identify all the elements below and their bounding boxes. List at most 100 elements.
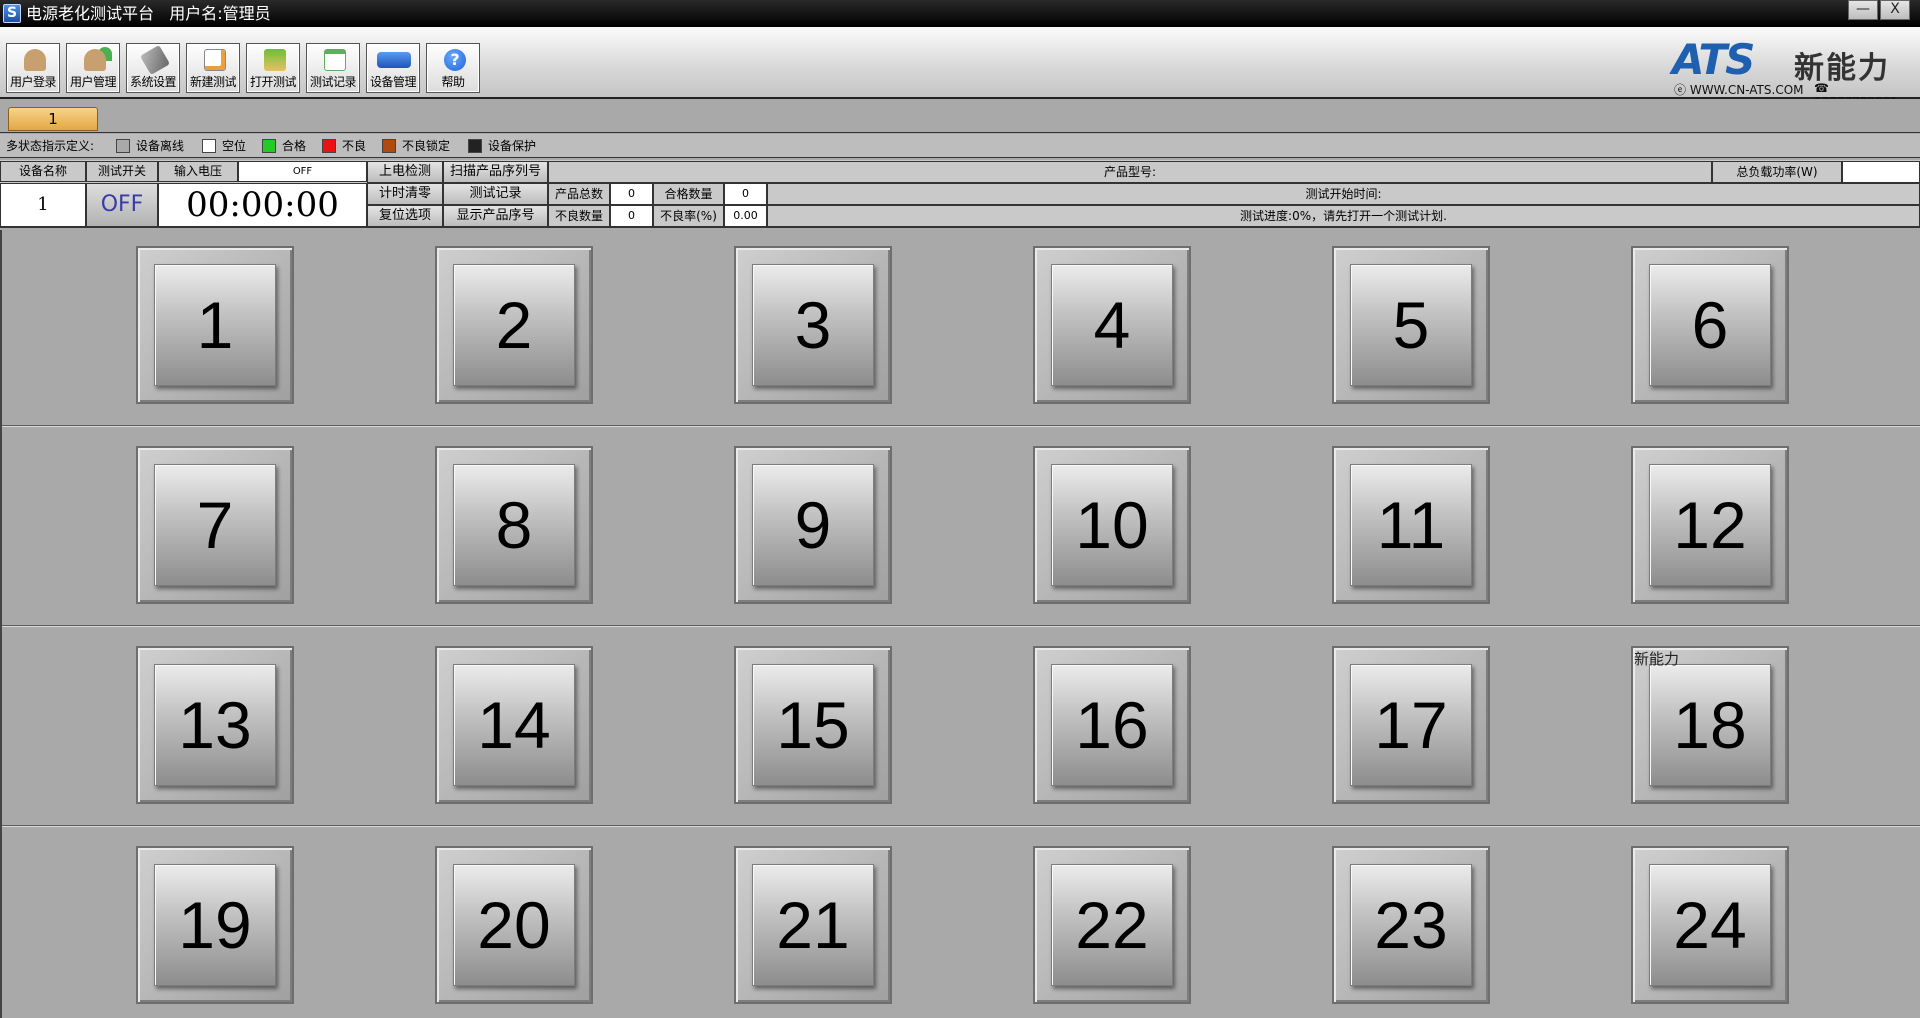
legend-title: 多状态指示定义: (6, 139, 95, 153)
slot-number: 15 (776, 688, 850, 762)
slot-face: 16 (1051, 664, 1173, 786)
minimize-button[interactable]: — (1848, 0, 1878, 20)
slot-number: 16 (1075, 688, 1149, 762)
user-manage-button[interactable]: 用户管理 (66, 43, 120, 93)
device-manage-label: 设备管理 (369, 75, 417, 89)
row-divider (2, 625, 1920, 627)
slot-number: 8 (495, 488, 533, 562)
user-login-button[interactable]: 用户登录 (6, 43, 60, 93)
power-on-check-button[interactable]: 上电检测 (367, 161, 443, 183)
row-divider (2, 825, 1920, 827)
new-test-button[interactable]: 新建测试 (186, 43, 240, 93)
input-voltage-header: 输入电压 (158, 161, 238, 182)
input-voltage-value: OFF (238, 161, 367, 182)
legend-label: 不良锁定 (402, 139, 451, 153)
open-test-label: 打开测试 (249, 75, 297, 89)
device-slot-13[interactable]: 13 (136, 646, 294, 804)
legend-swatch (262, 139, 276, 153)
legend-swatch (322, 139, 336, 153)
device-slot-14[interactable]: 14 (435, 646, 593, 804)
device-slot-12[interactable]: 12 (1631, 446, 1789, 604)
device-manage-button[interactable]: 设备管理 (366, 43, 420, 93)
app-logo-icon: S (3, 4, 21, 23)
slot-number: 11 (1376, 488, 1446, 562)
device-slot-17[interactable]: 17 (1332, 646, 1490, 804)
status-legend: 多状态指示定义: 设备离线 空位 合格 不良 不良锁定 设备保护 (0, 134, 1920, 158)
slot-number: 12 (1673, 488, 1747, 562)
device-slot-2[interactable]: 2 (435, 246, 593, 404)
legend-swatch (202, 139, 216, 153)
tab-1[interactable]: 1 (8, 107, 98, 131)
device-slot-1[interactable]: 1 (136, 246, 294, 404)
device-slot-10[interactable]: 10 (1033, 446, 1191, 604)
test-switch-button[interactable]: OFF (86, 183, 158, 227)
slot-face: 15 (752, 664, 874, 786)
device-slot-19[interactable]: 19 (136, 846, 294, 1004)
fail-count-value: 0 (610, 205, 653, 227)
close-button[interactable]: X (1880, 0, 1910, 20)
device-slot-7[interactable]: 7 (136, 446, 294, 604)
tab-strip: 1 (0, 99, 1920, 133)
help-button[interactable]: ? 帮助 (426, 43, 480, 93)
device-slot-16[interactable]: 16 (1033, 646, 1191, 804)
device-slot-8[interactable]: 8 (435, 446, 593, 604)
device-name-header: 设备名称 (0, 161, 86, 182)
open-test-button[interactable]: 打开测试 (246, 43, 300, 93)
fail-count-label: 不良数量 (548, 205, 610, 227)
device-slot-6[interactable]: 6 (1631, 246, 1789, 404)
slot-face: 7 (154, 464, 276, 586)
device-number: 1 (0, 183, 86, 227)
fail-rate-value: 0.00 (724, 205, 767, 227)
timer-clear-button[interactable]: 计时清零 (367, 183, 443, 205)
product-total-value: 0 (610, 183, 653, 205)
window-title: 电源老化测试平台 用户名:管理员 (26, 4, 271, 23)
user-login-label: 用户登录 (9, 75, 57, 89)
test-timer: 00:00:00 (158, 183, 367, 227)
legend-item-protect: 设备保护 (468, 134, 536, 158)
slot-face: 23 (1350, 864, 1472, 986)
test-record-label: 测试记录 (309, 75, 357, 89)
company-logo: ATS 新能力 ⓔ WWW.CN-ATS.COM ☎ 13377782881 (1672, 39, 1912, 110)
device-slot-24[interactable]: 24 (1631, 846, 1789, 1004)
user-manage-icon (84, 49, 106, 71)
device-slot-3[interactable]: 3 (734, 246, 892, 404)
device-slot-20[interactable]: 20 (435, 846, 593, 1004)
product-total-label: 产品总数 (548, 183, 610, 205)
system-settings-button[interactable]: 系统设置 (126, 43, 180, 93)
device-slot-15[interactable]: 15 (734, 646, 892, 804)
slot-number: 1 (196, 288, 234, 362)
toolbar: 用户登录 用户管理 系统设置 新建测试 打开测试 测试记录 设备管理 ? 帮助 … (0, 27, 1920, 110)
device-slot-23[interactable]: 23 (1332, 846, 1490, 1004)
slot-number: 17 (1374, 688, 1448, 762)
device-slot-9[interactable]: 9 (734, 446, 892, 604)
device-slot-4[interactable]: 4 (1033, 246, 1191, 404)
test-record-button[interactable]: 测试记录 (306, 43, 360, 93)
legend-label: 空位 (222, 139, 247, 153)
legend-item-empty: 空位 (202, 134, 246, 158)
device-slot-21[interactable]: 21 (734, 846, 892, 1004)
slot-number: 5 (1392, 288, 1430, 362)
total-load-label: 总负载功率(W) (1712, 161, 1842, 183)
slot-face: 9 (752, 464, 874, 586)
scan-serial-button[interactable]: 扫描产品序列号 (443, 161, 548, 183)
slot-face: 19 (154, 864, 276, 986)
test-record-icon (324, 49, 346, 71)
reset-option-button[interactable]: 复位选项 (367, 205, 443, 227)
product-model-label: 产品型号: (548, 161, 1712, 183)
legend-swatch (468, 139, 482, 153)
device-slot-18[interactable]: 18 (1631, 646, 1789, 804)
title-bar: S 电源老化测试平台 用户名:管理员 — X (0, 0, 1920, 27)
slot-number: 14 (477, 688, 551, 762)
device-slot-22[interactable]: 22 (1033, 846, 1191, 1004)
slot-face: 11 (1350, 464, 1472, 586)
slot-face: 6 (1649, 264, 1771, 386)
device-slot-11[interactable]: 11 (1332, 446, 1490, 604)
device-info-panel: 设备名称 测试开关 输入电压 OFF 1 OFF 00:00:00 上电检测 计… (0, 160, 1920, 228)
user-manage-label: 用户管理 (69, 75, 117, 89)
test-record-panel-button[interactable]: 测试记录 (443, 183, 548, 205)
slot-number: 6 (1691, 288, 1729, 362)
total-load-value (1842, 161, 1920, 183)
show-serial-button[interactable]: 显示产品序号 (443, 205, 548, 227)
slot-number: 10 (1075, 488, 1149, 562)
device-slot-5[interactable]: 5 (1332, 246, 1490, 404)
